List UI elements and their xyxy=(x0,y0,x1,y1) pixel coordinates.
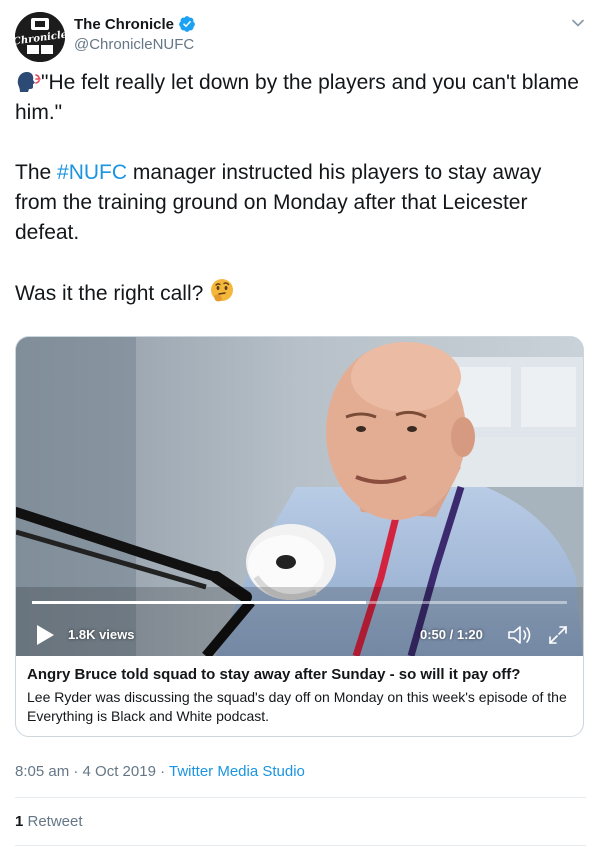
tweet-stats[interactable]: 1 Retweet xyxy=(15,813,83,830)
tweet-question-line: Was it the right call? xyxy=(15,278,585,309)
progress-bar[interactable] xyxy=(32,601,567,604)
tweet-quote: "He felt really let down by the players … xyxy=(15,71,579,124)
divider xyxy=(15,845,586,846)
video-thumbnail xyxy=(16,337,583,656)
video-player[interactable]: 1.8K views 0:50 / 1:20 xyxy=(16,337,583,656)
meta-separator: · xyxy=(155,763,169,780)
tweet-source-link[interactable]: Twitter Media Studio xyxy=(169,763,305,780)
chronicle-logo-icon: Chronicle xyxy=(15,12,65,62)
tweet-meta: 8:05 am · 4 Oct 2019 · Twitter Media Stu… xyxy=(15,763,305,780)
verified-badge-icon xyxy=(179,16,195,32)
card-title[interactable]: Angry Bruce told squad to stay away afte… xyxy=(27,665,572,685)
progress-fill xyxy=(32,601,367,604)
card-description: Lee Ryder was discussing the squad's day… xyxy=(27,689,567,724)
retweet-label: Retweet xyxy=(23,813,83,830)
video-time: 0:50 / 1:20 xyxy=(420,627,483,642)
tweet-body-line: The #NUFC manager instructed his players… xyxy=(15,158,585,248)
view-count: 1.8K views xyxy=(68,627,135,642)
play-icon[interactable] xyxy=(34,623,56,647)
tweet: Chronicle The Chronicle @ChronicleNUFC "… xyxy=(0,0,601,847)
card-body[interactable]: Angry Bruce told squad to stay away afte… xyxy=(16,656,583,726)
tweet-time[interactable]: 8:05 am xyxy=(15,763,69,780)
tweet-quote-line: "He felt really let down by the players … xyxy=(15,68,585,128)
author-block[interactable]: The Chronicle @ChronicleNUFC xyxy=(74,14,196,53)
speaking-head-emoji-icon xyxy=(17,72,41,92)
author-handle[interactable]: @ChronicleNUFC xyxy=(74,36,196,53)
tweet-date[interactable]: 4 Oct 2019 xyxy=(83,763,156,780)
tweet-question: Was it the right call? xyxy=(15,282,204,305)
avatar[interactable]: Chronicle xyxy=(15,12,65,62)
hashtag-link[interactable]: #NUFC xyxy=(57,161,127,184)
divider xyxy=(15,797,586,798)
video-controls: 1.8K views 0:50 / 1:20 xyxy=(16,617,583,653)
tweet-text: "He felt really let down by the players … xyxy=(15,68,585,309)
author-name[interactable]: The Chronicle xyxy=(74,16,174,33)
volume-icon[interactable] xyxy=(506,623,534,647)
thinking-face-emoji-icon xyxy=(211,279,234,302)
chevron-down-icon[interactable] xyxy=(571,16,585,30)
tweet-body-start: The xyxy=(15,161,58,184)
video-card[interactable]: 1.8K views 0:50 / 1:20 Angry Bruce told … xyxy=(15,336,584,737)
meta-separator: · xyxy=(69,763,83,780)
fullscreen-icon[interactable] xyxy=(546,623,570,647)
